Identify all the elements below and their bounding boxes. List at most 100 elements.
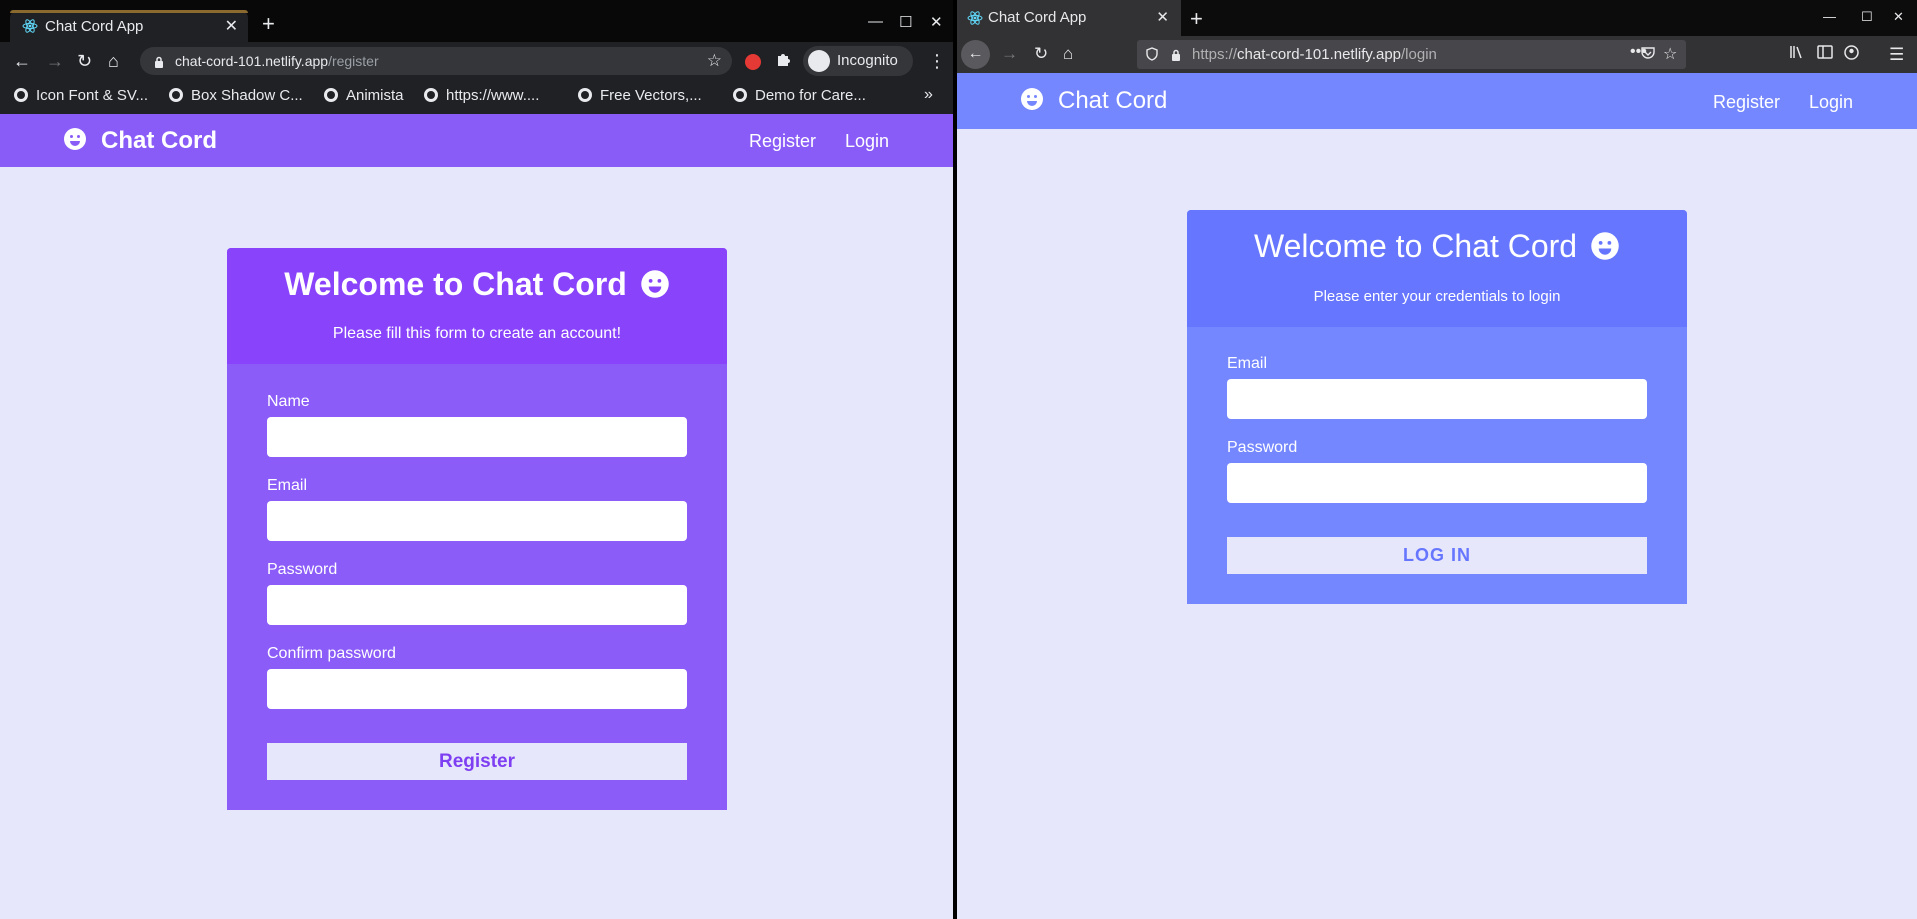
confirm-password-field[interactable]	[267, 669, 687, 709]
incognito-label: Incognito	[837, 52, 898, 69]
login-page: Chat Cord Register Login Welcome to Chat…	[957, 73, 1917, 919]
smiley-icon	[63, 127, 87, 158]
register-button[interactable]: Register	[267, 743, 687, 780]
forward-icon[interactable]: →	[46, 51, 64, 71]
smiley-icon	[640, 269, 670, 307]
new-tab-icon[interactable]: +	[262, 13, 275, 35]
confirm-password-label: Confirm password	[267, 645, 396, 662]
page-title: Welcome to Chat Cord	[1187, 228, 1687, 269]
password-label: Password	[267, 561, 338, 578]
extension-icon[interactable]	[745, 54, 761, 70]
window-close-icon[interactable]: ✕	[930, 13, 943, 31]
incognito-icon	[808, 50, 830, 72]
library-icon[interactable]	[1789, 45, 1805, 63]
maximize-icon[interactable]: ☐	[899, 13, 912, 31]
address-bar[interactable]: chat-cord-101.netlify.app/register ☆	[140, 47, 732, 75]
reload-icon[interactable]: ↻	[77, 51, 92, 71]
pocket-icon[interactable]	[1641, 46, 1655, 63]
tab-chat-cord-login[interactable]: Chat Cord App ✕	[957, 0, 1181, 36]
nav-register-link[interactable]: Register	[1713, 92, 1780, 113]
tab-title: Chat Cord App	[45, 18, 144, 35]
tab-close-icon[interactable]: ✕	[225, 16, 238, 36]
home-icon[interactable]: ⌂	[108, 51, 119, 71]
smiley-icon	[1020, 87, 1044, 118]
globe-icon	[324, 88, 338, 102]
brand-name: Chat Cord	[101, 127, 217, 154]
back-icon[interactable]: ←	[13, 51, 31, 71]
register-card: Welcome to Chat Cord Please fill this fo…	[227, 248, 727, 810]
account-icon[interactable]	[1844, 45, 1859, 64]
tab-chat-cord-register[interactable]: Chat Cord App ✕	[10, 10, 248, 42]
bookmark-item[interactable]: Demo for Care...	[733, 87, 866, 104]
name-field[interactable]	[267, 417, 687, 457]
email-label: Email	[267, 477, 308, 494]
browser-menu-icon[interactable]: ⋮	[928, 51, 946, 72]
extensions-puzzle-icon[interactable]	[776, 51, 792, 72]
email-label: Email	[1227, 355, 1268, 372]
email-field[interactable]	[267, 501, 687, 541]
bookmark-item[interactable]: Free Vectors,...	[578, 87, 702, 104]
lock-icon	[1171, 48, 1181, 66]
tracking-shield-icon	[1146, 47, 1158, 66]
url-text: https://chat-cord-101.netlify.app/login	[1192, 46, 1437, 63]
browser-toolbar: ← → ↻ ⌂ https://chat-cord-101.netlify.ap…	[957, 36, 1917, 73]
tab-strip: Chat Cord App ✕ + — ☐ ✕	[957, 0, 1917, 36]
card-header: Welcome to Chat Cord Please enter your c…	[1187, 210, 1687, 327]
nav-register-link[interactable]: Register	[749, 131, 816, 152]
login-button[interactable]: LOG IN	[1227, 537, 1647, 574]
globe-icon	[14, 88, 28, 102]
bookmark-item[interactable]: Icon Font & SV...	[14, 87, 148, 104]
home-icon[interactable]: ⌂	[1063, 44, 1073, 64]
smiley-icon	[1590, 231, 1620, 269]
bookmarks-bar: Icon Font & SV... Box Shadow C... Animis…	[0, 80, 953, 114]
brand[interactable]: Chat Cord	[1020, 87, 1167, 118]
page-subtitle: Please enter your credentials to login	[1313, 288, 1561, 305]
globe-icon	[578, 88, 592, 102]
page-title: Welcome to Chat Cord	[227, 266, 727, 307]
bookmark-item[interactable]: https://www....	[424, 87, 539, 104]
sidebar-icon[interactable]	[1817, 45, 1833, 63]
react-icon	[22, 18, 38, 38]
password-field[interactable]	[267, 585, 687, 625]
brand-name: Chat Cord	[1058, 87, 1168, 114]
app-navbar: Chat Cord Register Login	[957, 73, 1917, 129]
maximize-icon[interactable]: ☐	[1861, 9, 1873, 25]
url-text: chat-cord-101.netlify.app/register	[175, 53, 379, 69]
bookmarks-overflow-icon[interactable]: »	[924, 86, 933, 104]
globe-icon	[169, 88, 183, 102]
login-card: Welcome to Chat Cord Please enter your c…	[1187, 210, 1687, 604]
bookmark-item[interactable]: Box Shadow C...	[169, 87, 303, 104]
forward-icon[interactable]: →	[1001, 44, 1018, 64]
nav-login-link[interactable]: Login	[1809, 92, 1853, 113]
reload-icon[interactable]: ↻	[1034, 44, 1048, 64]
tab-close-icon[interactable]: ✕	[1156, 8, 1169, 26]
page-subtitle: Please fill this form to create an accou…	[332, 325, 622, 342]
window-close-icon[interactable]: ✕	[1893, 9, 1904, 25]
incognito-badge[interactable]: Incognito	[803, 46, 913, 76]
name-label: Name	[267, 393, 310, 410]
register-page: Chat Cord Register Login Welcome to Chat…	[0, 114, 953, 919]
chrome-window: Chat Cord App ✕ + — ☐ ✕ ← → ↻ ⌂ chat-cor…	[0, 0, 953, 919]
bookmark-star-icon[interactable]: ☆	[1663, 44, 1677, 64]
password-label: Password	[1227, 439, 1298, 456]
tab-strip: Chat Cord App ✕ + — ☐ ✕	[0, 0, 953, 42]
card-header: Welcome to Chat Cord Please fill this fo…	[227, 248, 727, 364]
minimize-icon[interactable]: —	[1823, 9, 1836, 24]
address-bar[interactable]: https://chat-cord-101.netlify.app/login …	[1137, 40, 1686, 69]
back-icon[interactable]: ←	[961, 40, 990, 69]
tab-title: Chat Cord App	[988, 9, 1087, 26]
globe-icon	[733, 88, 747, 102]
browser-toolbar: ← → ↻ ⌂ chat-cord-101.netlify.app/regist…	[0, 42, 953, 80]
email-field[interactable]	[1227, 379, 1647, 419]
app-navbar: Chat Cord Register Login	[0, 114, 953, 167]
lock-icon	[154, 55, 164, 73]
brand[interactable]: Chat Cord	[63, 127, 217, 158]
bookmark-star-icon[interactable]: ☆	[707, 51, 722, 71]
bookmark-item[interactable]: Animista	[324, 87, 404, 104]
password-field[interactable]	[1227, 463, 1647, 503]
nav-login-link[interactable]: Login	[845, 131, 889, 152]
new-tab-icon[interactable]: +	[1190, 6, 1203, 32]
minimize-icon[interactable]: —	[868, 13, 883, 30]
globe-icon	[424, 88, 438, 102]
hamburger-menu-icon[interactable]: ☰	[1889, 45, 1904, 65]
